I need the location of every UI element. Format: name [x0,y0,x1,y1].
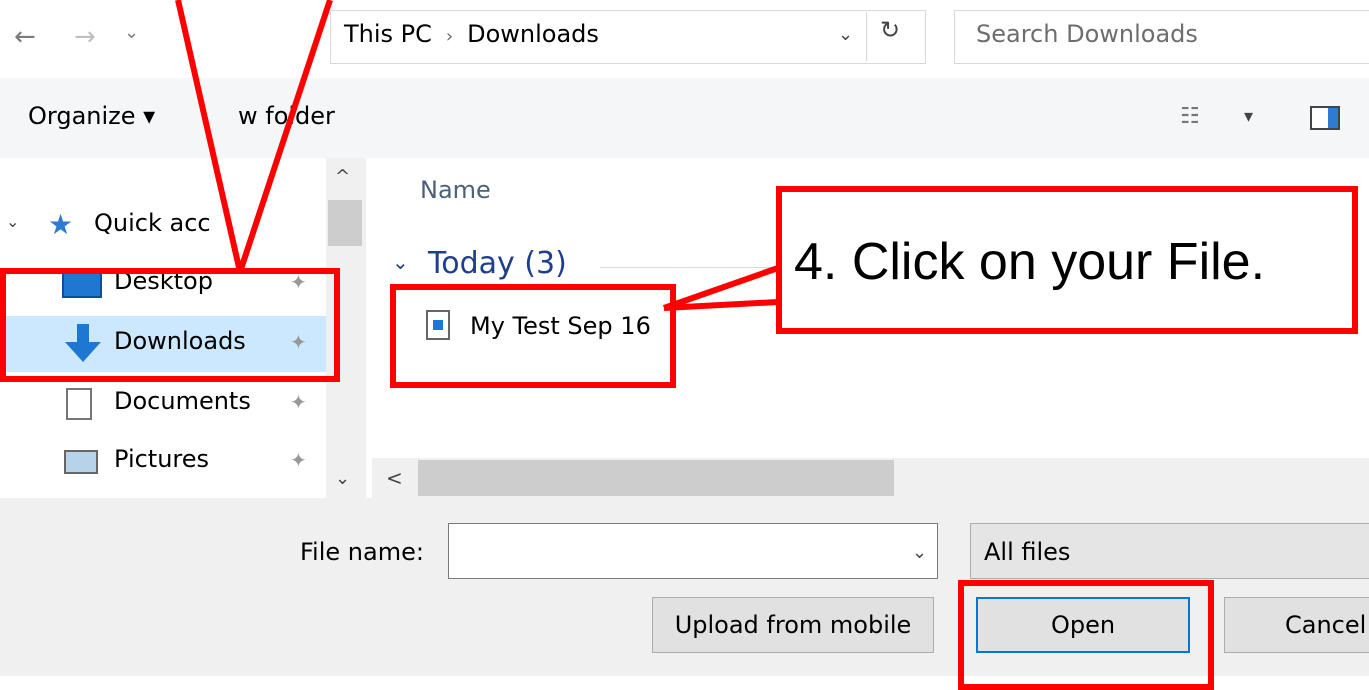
annotation-pointer-line-left [175,0,243,273]
annotation-box-downloads [0,268,340,382]
callout-text: 4. Click on your File. [794,233,1266,291]
annotation-box-open [958,580,1214,690]
annotation-box-file [390,284,676,388]
annotation-pointer-line-right [237,0,333,273]
